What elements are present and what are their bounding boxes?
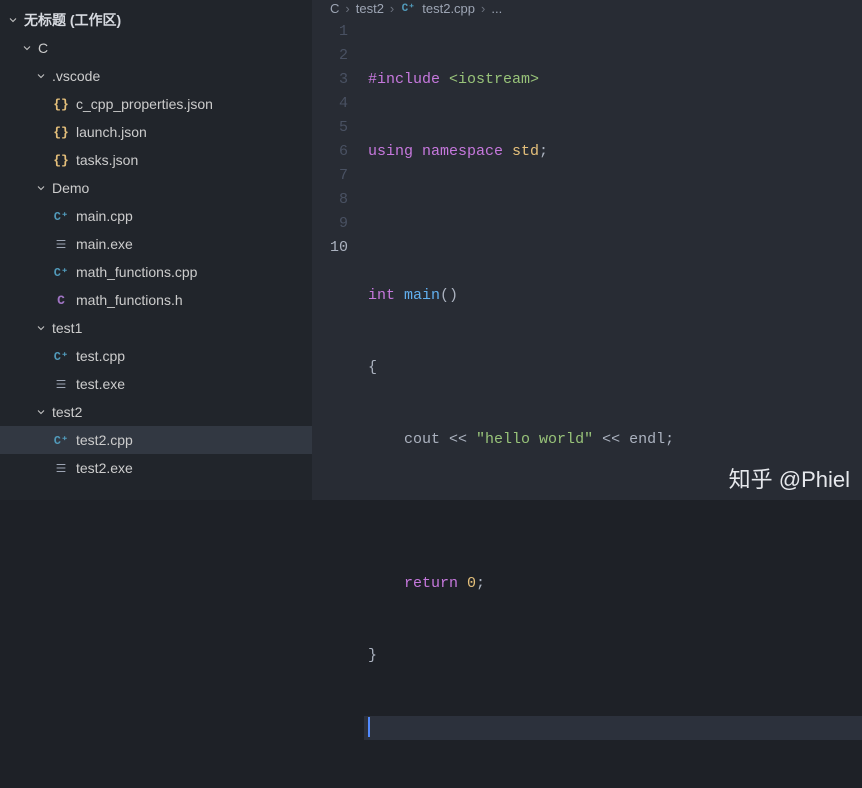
folder-label: C [38, 40, 48, 56]
file-main-exe[interactable]: main.exe [0, 230, 312, 258]
tok: 0 [458, 575, 476, 592]
file-main-cpp[interactable]: C⁺ main.cpp [0, 202, 312, 230]
tok: << [440, 431, 476, 448]
chevron-right-icon: › [481, 1, 485, 16]
workspace-header[interactable]: 无标题 (工作区) [0, 6, 312, 34]
file-label: test.cpp [76, 348, 125, 364]
tok: ; [476, 575, 485, 592]
tok: #include [368, 71, 440, 88]
breadcrumb-item[interactable]: ... [491, 1, 502, 16]
file-label: main.exe [76, 236, 133, 252]
json-icon: {} [52, 95, 70, 113]
tok: namespace [413, 143, 503, 160]
file-label: launch.json [76, 124, 147, 140]
chevron-down-icon [34, 405, 48, 419]
file-mathf-cpp[interactable]: C⁺ math_functions.cpp [0, 258, 312, 286]
file-test-exe[interactable]: test.exe [0, 370, 312, 398]
tok: () [440, 287, 458, 304]
file-test2-cpp[interactable]: C⁺ test2.cpp [0, 426, 312, 454]
breadcrumb-item[interactable]: test2.cpp [422, 1, 475, 16]
tok: main [395, 287, 440, 304]
tok: endl [629, 431, 665, 448]
file-explorer: 无标题 (工作区) C .vscode {} c_cpp_properties.… [0, 0, 312, 500]
tok: int [368, 287, 395, 304]
tok: std [503, 143, 539, 160]
line-number: 4 [312, 92, 348, 116]
chevron-down-icon [34, 181, 48, 195]
tok: <iostream> [440, 71, 539, 88]
tok: cout [404, 431, 440, 448]
chevron-down-icon [34, 69, 48, 83]
line-number: 3 [312, 68, 348, 92]
cpp-icon: C⁺ [52, 431, 70, 449]
folder-label: test2 [52, 404, 82, 420]
line-number: 6 [312, 140, 348, 164]
cpp-icon: C⁺ [400, 0, 416, 16]
cpp-icon: C⁺ [52, 263, 70, 281]
tok: ; [539, 143, 548, 160]
file-label: tasks.json [76, 152, 138, 168]
file-label: test2.cpp [76, 432, 133, 448]
line-number: 2 [312, 44, 348, 68]
breadcrumb-item[interactable]: C [330, 1, 339, 16]
file-label: math_functions.h [76, 292, 183, 308]
chevron-right-icon: › [345, 1, 349, 16]
breadcrumb[interactable]: C › test2 › C⁺ test2.cpp › ... [312, 0, 862, 16]
chevron-down-icon [20, 41, 34, 55]
cpp-icon: C⁺ [52, 207, 70, 225]
code-area[interactable]: 1 2 3 4 5 6 7 8 9 10 #include <iostream>… [312, 16, 862, 788]
json-icon: {} [52, 151, 70, 169]
workspace-label: 无标题 (工作区) [24, 10, 121, 30]
cpp-icon: C⁺ [52, 347, 70, 365]
tok: ; [665, 431, 674, 448]
folder-demo[interactable]: Demo [0, 174, 312, 202]
file-label: main.cpp [76, 208, 133, 224]
file-label: math_functions.cpp [76, 264, 197, 280]
folder-vscode[interactable]: .vscode [0, 62, 312, 90]
file-ccpp-properties[interactable]: {} c_cpp_properties.json [0, 90, 312, 118]
chevron-down-icon [6, 13, 20, 27]
exe-icon [52, 459, 70, 477]
text-cursor [368, 717, 370, 737]
line-number: 10 [312, 236, 348, 260]
line-gutter: 1 2 3 4 5 6 7 8 9 10 [312, 20, 368, 788]
tok: "hello world" [476, 431, 593, 448]
line-number: 7 [312, 164, 348, 188]
file-label: test2.exe [76, 460, 133, 476]
folder-test1[interactable]: test1 [0, 314, 312, 342]
c-header-icon: C [52, 291, 70, 309]
editor-pane: C › test2 › C⁺ test2.cpp › ... 1 2 3 4 5… [312, 0, 862, 500]
line-number: 5 [312, 116, 348, 140]
file-mathf-h[interactable]: C math_functions.h [0, 286, 312, 314]
folder-label: .vscode [52, 68, 100, 84]
line-number: 1 [312, 20, 348, 44]
folder-c[interactable]: C [0, 34, 312, 62]
tok: return [404, 575, 458, 592]
chevron-right-icon: › [390, 1, 394, 16]
json-icon: {} [52, 123, 70, 141]
tok: << [593, 431, 629, 448]
file-launch[interactable]: {} launch.json [0, 118, 312, 146]
tok: using [368, 143, 413, 160]
file-test-cpp[interactable]: C⁺ test.cpp [0, 342, 312, 370]
file-tasks[interactable]: {} tasks.json [0, 146, 312, 174]
folder-label: Demo [52, 180, 89, 196]
chevron-down-icon [34, 321, 48, 335]
code-content[interactable]: #include <iostream> using namespace std;… [368, 20, 862, 788]
folder-test2[interactable]: test2 [0, 398, 312, 426]
file-test2-exe[interactable]: test2.exe [0, 454, 312, 482]
tok: } [368, 647, 377, 664]
exe-icon [52, 235, 70, 253]
line-number: 8 [312, 188, 348, 212]
folder-label: test1 [52, 320, 82, 336]
file-label: test.exe [76, 376, 125, 392]
tok: { [368, 359, 377, 376]
breadcrumb-item[interactable]: test2 [356, 1, 384, 16]
exe-icon [52, 375, 70, 393]
line-number: 9 [312, 212, 348, 236]
file-label: c_cpp_properties.json [76, 96, 213, 112]
